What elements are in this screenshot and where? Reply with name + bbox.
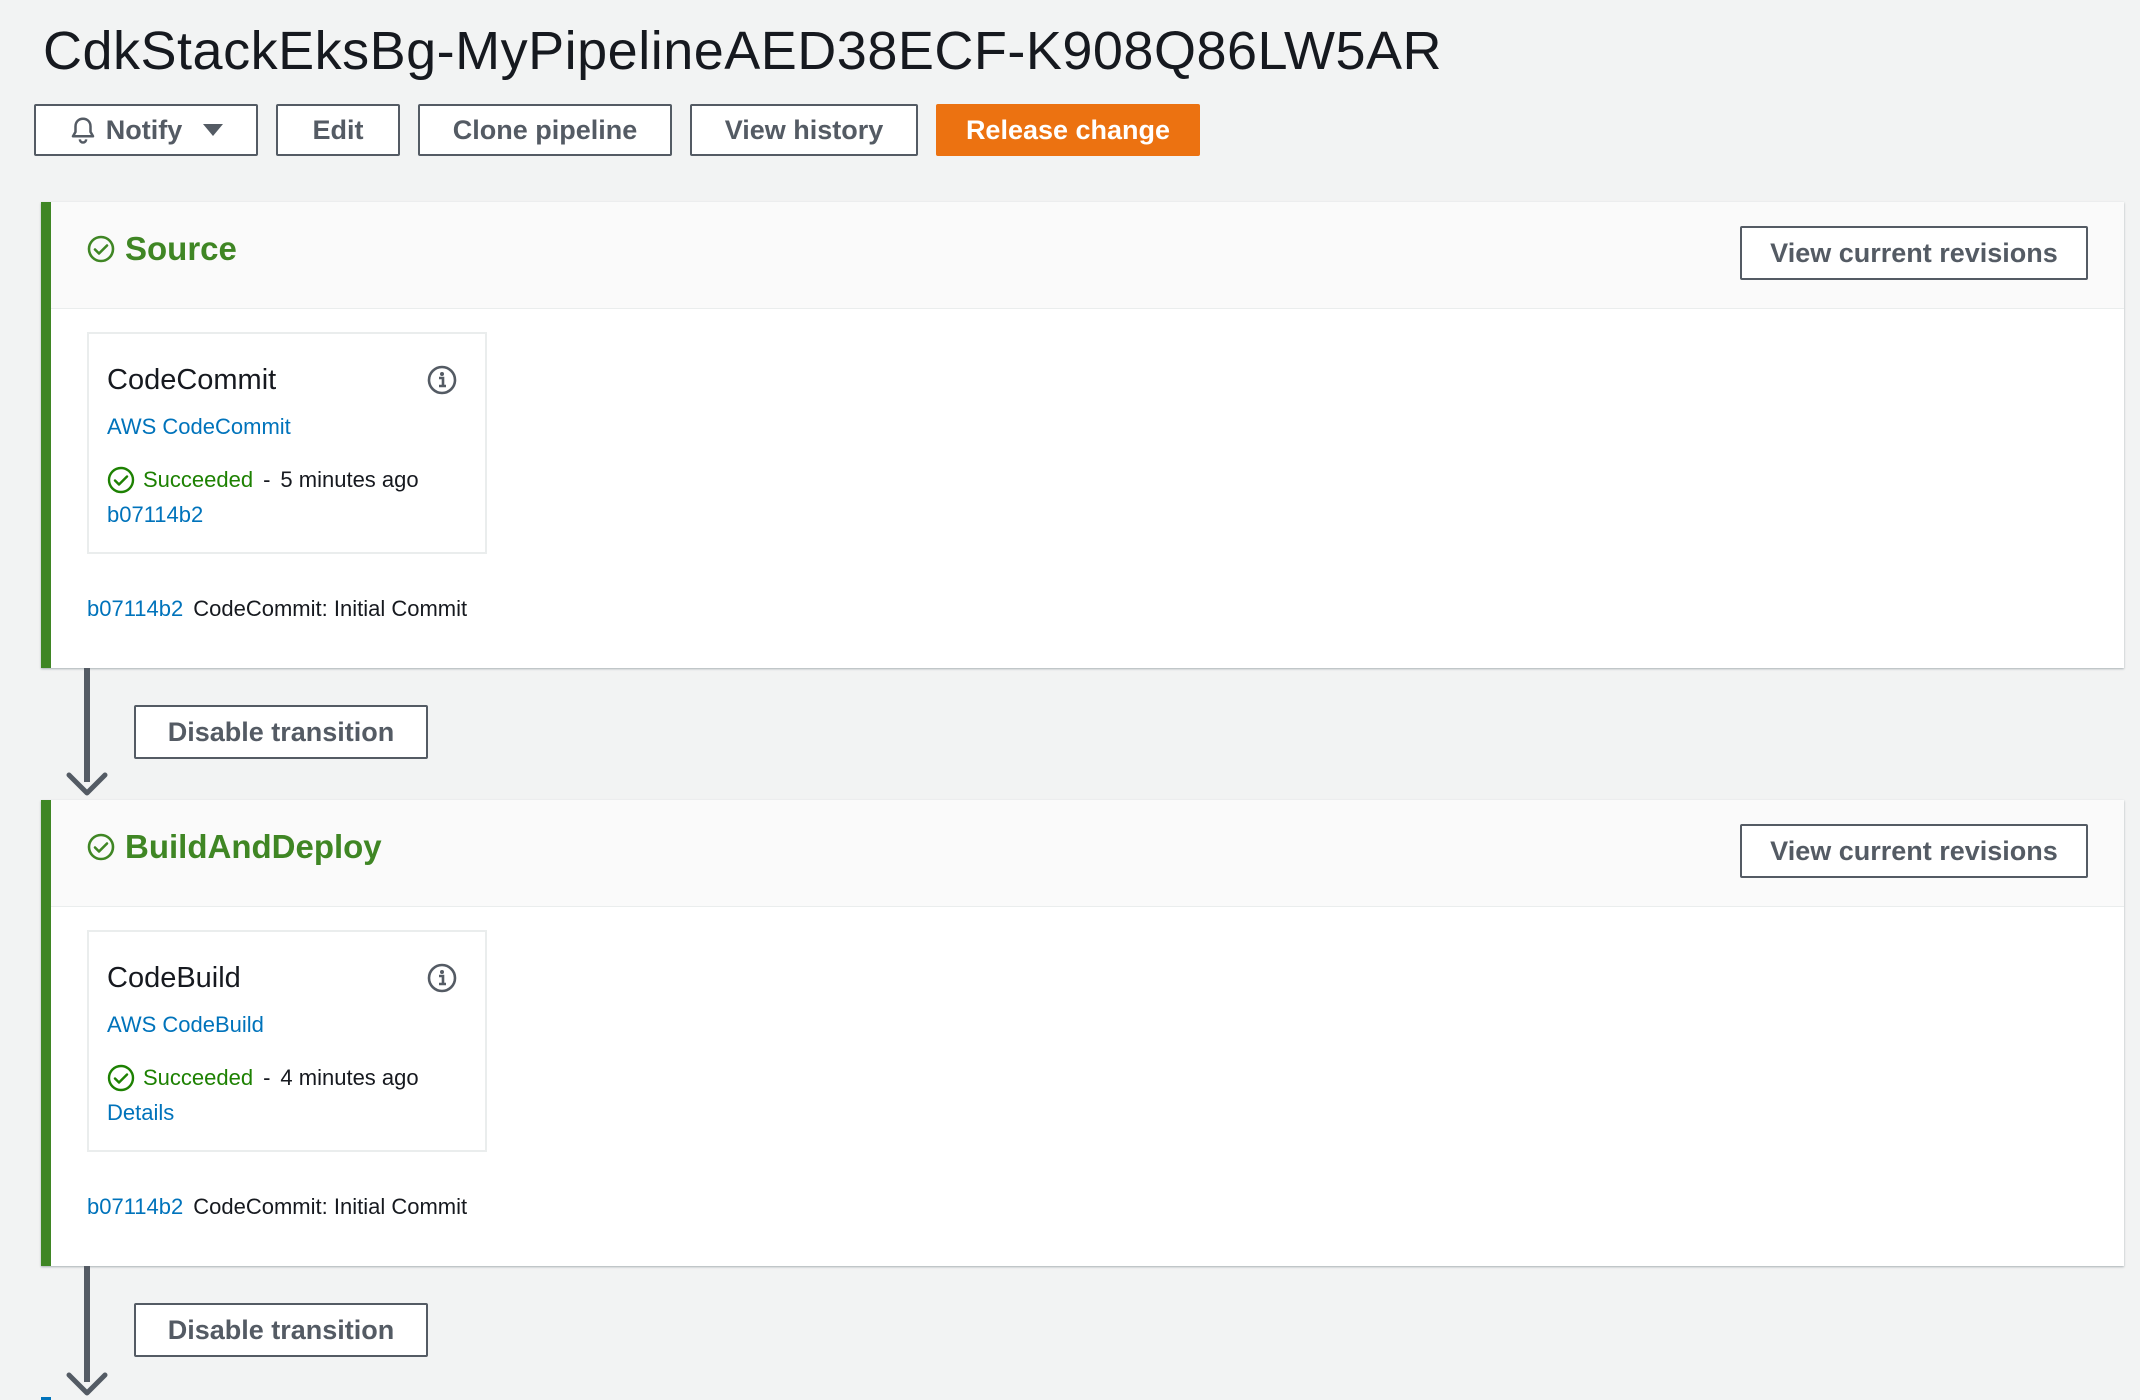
stage-name: Source [125,230,237,267]
notify-button[interactable]: Notify [34,104,258,156]
action-name: CodeBuild [107,962,241,994]
action-status: Succeeded - 5 minutes ago [107,466,419,494]
stage-name: BuildAndDeploy [125,828,382,865]
bell-icon [71,117,94,144]
action-provider-link[interactable]: AWS CodeCommit [107,414,291,440]
clone-pipeline-button[interactable]: Clone pipeline [418,104,672,156]
status-time: 5 minutes ago [280,467,419,492]
action-details-link[interactable]: Details [107,1100,174,1126]
commit-message: CodeCommit: Initial Commit [193,596,468,621]
stage-commit: b07114b2 CodeCommit: Initial Commit [87,1194,467,1220]
commit-id-link[interactable]: b07114b2 [87,596,183,621]
release-change-button[interactable]: Release change [936,104,1200,156]
info-icon[interactable] [426,962,458,994]
transition-line [84,668,90,782]
stage-source: Source View current revisions CodeCommit… [41,202,2124,668]
stage-header: BuildAndDeploy View current revisions [51,800,2124,907]
action-provider-link[interactable]: AWS CodeBuild [107,1012,264,1038]
status-text: Succeeded [143,1065,254,1090]
status-text: Succeeded [143,467,254,492]
status-separator: - [263,467,271,492]
action-card-codebuild: CodeBuild AWS CodeBuild Succeeded - 4 mi… [87,930,487,1152]
stage-header: Source View current revisions [51,202,2124,309]
stage-title: Source [87,230,237,268]
action-card-codecommit: CodeCommit AWS CodeCommit Succeeded - 5 … [87,332,487,554]
transition-line [84,1266,90,1382]
caret-down-icon [203,124,224,136]
info-icon[interactable] [426,364,458,396]
check-circle-icon [87,833,115,861]
edit-button[interactable]: Edit [276,104,400,156]
commit-message: CodeCommit: Initial Commit [193,1194,468,1219]
check-circle-icon [107,466,135,494]
status-separator: - [263,1065,271,1090]
status-time: 4 minutes ago [280,1065,419,1090]
action-name: CodeCommit [107,364,277,396]
view-current-revisions-button[interactable]: View current revisions [1740,226,2088,280]
action-status: Succeeded - 4 minutes ago [107,1064,419,1092]
disable-transition-button[interactable]: Disable transition [134,705,428,759]
check-circle-icon [107,1064,135,1092]
action-revision-link[interactable]: b07114b2 [107,502,203,528]
pipeline-title: CdkStackEksBg-MyPipelineAED38ECF-K908Q86… [43,21,1443,81]
stage-buildanddeploy: BuildAndDeploy View current revisions Co… [41,800,2124,1266]
stage-title: BuildAndDeploy [87,828,382,866]
notify-label: Notify [105,114,183,145]
view-history-button[interactable]: View history [690,104,918,156]
arrow-down-icon [66,1372,108,1396]
check-circle-icon [87,235,115,263]
view-current-revisions-button[interactable]: View current revisions [1740,824,2088,878]
commit-id-link[interactable]: b07114b2 [87,1194,183,1219]
disable-transition-button[interactable]: Disable transition [134,1303,428,1357]
arrow-down-icon [66,772,108,796]
stage-commit: b07114b2 CodeCommit: Initial Commit [87,596,467,622]
